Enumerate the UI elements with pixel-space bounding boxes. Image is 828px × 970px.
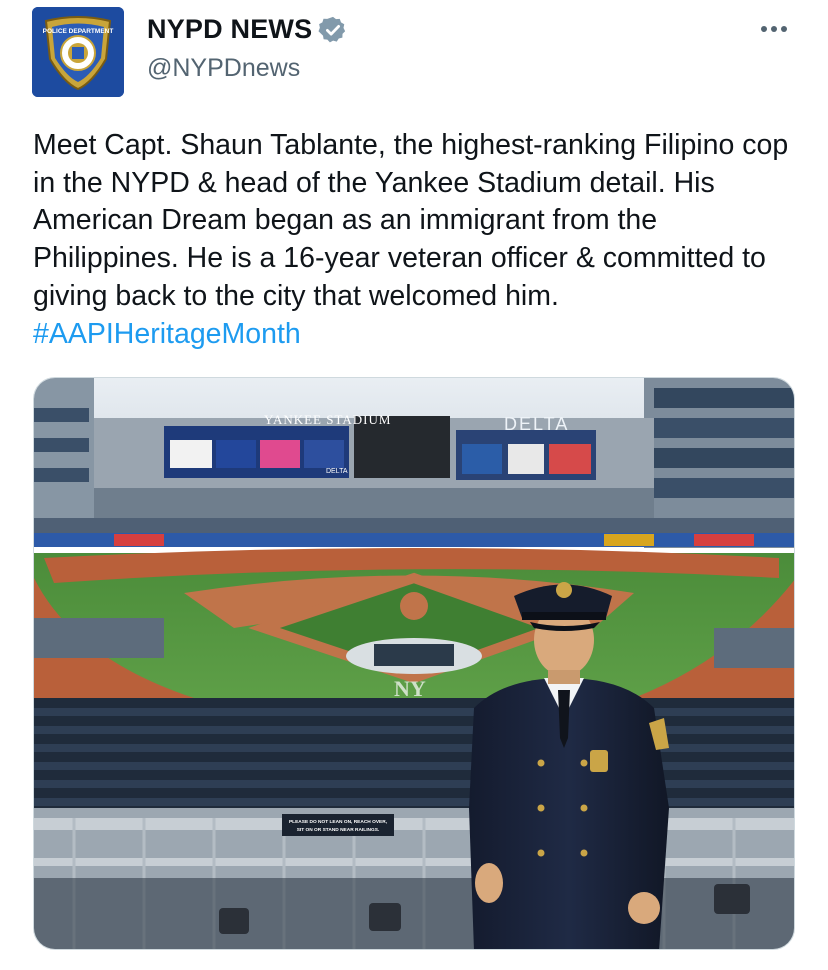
railing-sign-line2: SIT ON OR STAND NEAR RAILINGS. xyxy=(297,827,380,833)
stadium-photo: YANKEE STADIUM DELTA DELTA NY PLEASE DO … xyxy=(34,378,794,949)
account-name-row[interactable]: NYPD NEWS xyxy=(147,14,348,45)
railing-sign-line1: PLEASE DO NOT LEAN ON, REACH OVER, xyxy=(289,819,388,825)
avatar-text-top: POLICE DEPARTMENT xyxy=(43,28,114,35)
delta-ad-small: DELTA xyxy=(326,468,348,475)
tweet-photo[interactable]: YANKEE STADIUM DELTA DELTA NY PLEASE DO … xyxy=(33,377,795,950)
delta-sign: DELTA xyxy=(504,414,569,434)
hashtag-link[interactable]: #AAPIHeritageMonth xyxy=(33,318,301,350)
nypd-shield-icon: POLICE DEPARTMENT xyxy=(32,7,124,97)
account-handle[interactable]: @NYPDnews xyxy=(147,54,300,83)
display-name[interactable]: NYPD NEWS xyxy=(147,14,312,45)
more-options-icon xyxy=(761,26,787,32)
verified-badge-icon xyxy=(318,16,346,42)
svg-text:NY: NY xyxy=(394,676,426,701)
tweet-body: Meet Capt. Shaun Tablante, the highest-r… xyxy=(33,129,789,312)
avatar[interactable]: POLICE DEPARTMENT xyxy=(32,7,124,97)
stadium-sign: YANKEE STADIUM xyxy=(264,412,391,427)
tweet-text: Meet Capt. Shaun Tablante, the highest-r… xyxy=(33,127,793,353)
more-options-button[interactable] xyxy=(754,14,794,44)
